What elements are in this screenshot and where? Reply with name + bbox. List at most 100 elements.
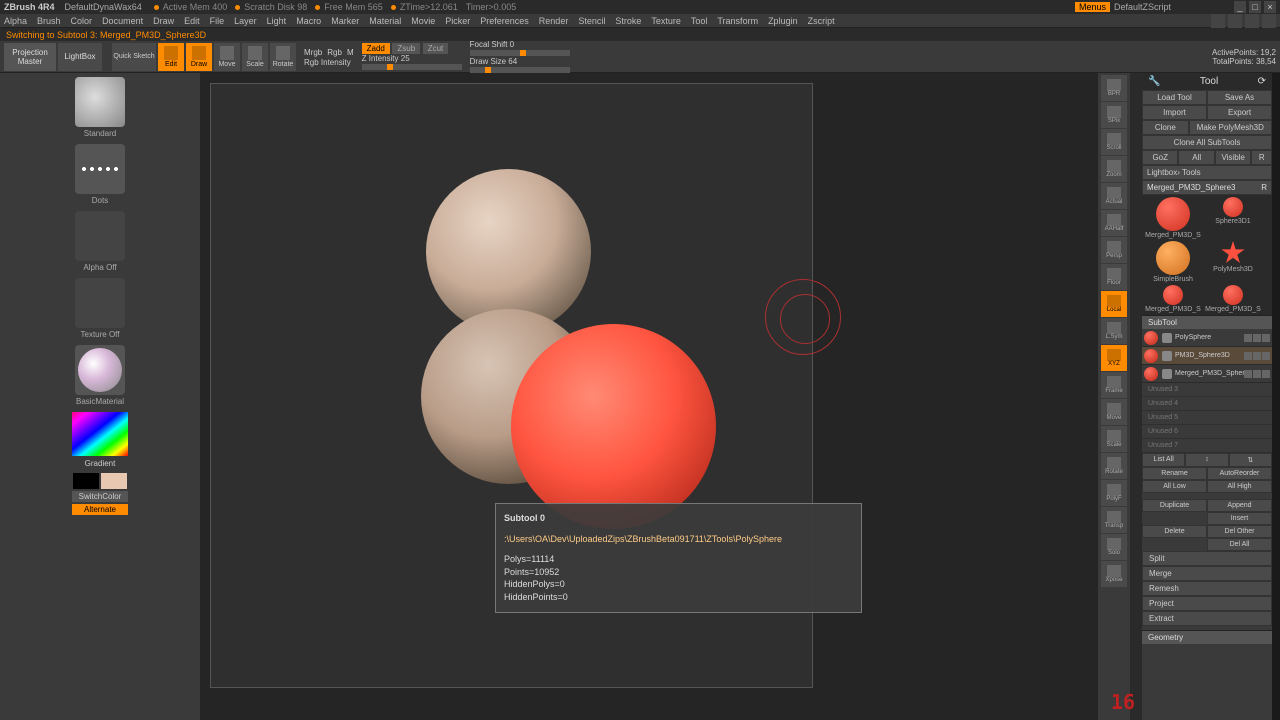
dock-frame[interactable]: Frame [1101, 372, 1127, 398]
brush-thumbnail[interactable] [75, 77, 125, 127]
projection-master-button[interactable]: Projection Master [4, 43, 56, 71]
alpha-thumbnail[interactable] [75, 211, 125, 261]
minimize-icon[interactable]: _ [1234, 1, 1246, 13]
menu-macro[interactable]: Macro [296, 16, 321, 26]
dock-spix[interactable]: SPix [1101, 102, 1127, 128]
dock-scroll[interactable]: Scroll [1101, 129, 1127, 155]
menu-preferences[interactable]: Preferences [480, 16, 529, 26]
dock-xyz[interactable]: XYZ [1101, 345, 1127, 371]
menu-light[interactable]: Light [267, 16, 287, 26]
texture-thumbnail[interactable] [75, 278, 125, 328]
stroke-thumbnail[interactable] [75, 144, 125, 194]
menu-material[interactable]: Material [369, 16, 401, 26]
tool-item[interactable]: Merged_PM3D_S [1144, 285, 1202, 313]
tool-item[interactable]: SimpleBrush [1144, 241, 1202, 283]
home-icon[interactable] [1211, 14, 1225, 28]
tool-item[interactable]: Sphere3D1 [1204, 197, 1262, 239]
close-icon[interactable]: × [1264, 1, 1276, 13]
z-intensity-slider[interactable]: Z Intensity 25 [362, 54, 462, 63]
subtool-unused[interactable]: Unused 7 [1142, 439, 1272, 453]
menus-button[interactable]: Menus [1075, 2, 1110, 12]
tool-item[interactable]: Merged_PM3D_S [1144, 197, 1202, 239]
tool-grid: Merged_PM3D_SSphere3D1SimpleBrushPolyMes… [1142, 195, 1272, 315]
menu-edit[interactable]: Edit [184, 16, 200, 26]
menu-tool[interactable]: Tool [691, 16, 708, 26]
load-tool-button[interactable]: Load Tool [1142, 90, 1207, 105]
menu-layer[interactable]: Layer [234, 16, 257, 26]
secondary-color-swatch[interactable] [101, 473, 127, 489]
status-text: Switching to Subtool 3: Merged_PM3D_Sphe… [6, 30, 206, 40]
subtool-unused[interactable]: Unused 5 [1142, 411, 1272, 425]
menu-draw[interactable]: Draw [153, 16, 174, 26]
menu-document[interactable]: Document [102, 16, 143, 26]
maximize-icon[interactable]: □ [1249, 1, 1261, 13]
menu-texture[interactable]: Texture [651, 16, 681, 26]
import-button[interactable]: Import [1142, 105, 1207, 120]
menu-picker[interactable]: Picker [445, 16, 470, 26]
material-thumbnail[interactable] [75, 345, 125, 395]
dock-l.sym[interactable]: L.Sym [1101, 318, 1127, 344]
subtool-item[interactable]: PM3D_Sphere3D [1142, 347, 1272, 365]
pin-icon[interactable] [1245, 14, 1259, 28]
draw-mode-button[interactable]: Draw [186, 43, 212, 71]
dock-zoom[interactable]: Zoom [1101, 156, 1127, 182]
switch-color-button[interactable]: SwitchColor [72, 491, 128, 502]
dock-solo[interactable]: Solo [1101, 534, 1127, 560]
dock-rotate[interactable]: Rotate [1101, 453, 1127, 479]
wrench-icon: 🔧 [1148, 76, 1160, 87]
dock-polyf[interactable]: PolyF [1101, 480, 1127, 506]
subtool-section-header[interactable]: SubTool [1142, 315, 1272, 329]
edit-mode-button[interactable]: Edit [158, 43, 184, 71]
dock-transp[interactable]: Transp [1101, 507, 1127, 533]
dock-aahalf[interactable]: AAHalf [1101, 210, 1127, 236]
save-as-button[interactable]: Save As [1207, 90, 1272, 105]
menu-stroke[interactable]: Stroke [615, 16, 641, 26]
default-zscript[interactable]: DefaultZScript [1114, 2, 1171, 12]
menu-color[interactable]: Color [71, 16, 93, 26]
collapse-icon[interactable]: ⟳ [1258, 76, 1266, 87]
main-color-swatch[interactable] [73, 473, 99, 489]
focal-shift-slider[interactable]: Focal Shift 0 [470, 40, 570, 49]
dock-floor[interactable]: Floor [1101, 264, 1127, 290]
active-points: ActivePoints: 19,2 [1212, 48, 1276, 57]
lightbox-button[interactable]: LightBox [58, 43, 102, 71]
arrows-icon[interactable]: ↕ [1185, 453, 1228, 467]
menu-file[interactable]: File [210, 16, 225, 26]
dock-scale[interactable]: Scale [1101, 426, 1127, 452]
subtool-unused[interactable]: Unused 3 [1142, 383, 1272, 397]
alternate-button[interactable]: Alternate [72, 504, 128, 515]
menu-stencil[interactable]: Stencil [578, 16, 605, 26]
move-mode-button[interactable]: Move [214, 43, 240, 71]
subtool-item[interactable]: PolySphere [1142, 329, 1272, 347]
close-icon[interactable] [1262, 14, 1276, 28]
dock-actual[interactable]: Actual [1101, 183, 1127, 209]
menu-render[interactable]: Render [539, 16, 569, 26]
tool-item[interactable]: Merged_PM3D_S [1204, 285, 1262, 313]
collapse-icon[interactable] [1228, 14, 1242, 28]
rotate-mode-button[interactable]: Rotate [270, 43, 296, 71]
export-button[interactable]: Export [1207, 105, 1272, 120]
zadd-button[interactable]: Zadd [362, 43, 390, 54]
gradient-button[interactable]: Gradient [72, 458, 128, 469]
quicksketch-button[interactable]: Quick Sketch [112, 43, 156, 71]
dock-persp[interactable]: Persp [1101, 237, 1127, 263]
tool-item[interactable]: PolyMesh3D [1204, 241, 1262, 283]
menu-transform[interactable]: Transform [717, 16, 758, 26]
menu-brush[interactable]: Brush [37, 16, 61, 26]
draw-size-slider[interactable]: Draw Size 64 [470, 57, 570, 66]
dock-xpose[interactable]: Xpose [1101, 561, 1127, 587]
subtool-unused[interactable]: Unused 6 [1142, 425, 1272, 439]
subtool-item[interactable]: Merged_PM3D_Sphere3D [1142, 365, 1272, 383]
dock-move[interactable]: Move [1101, 399, 1127, 425]
menu-movie[interactable]: Movie [411, 16, 435, 26]
menu-marker[interactable]: Marker [331, 16, 359, 26]
dock-local[interactable]: Local [1101, 291, 1127, 317]
arrows-icon[interactable]: ⇅ [1229, 453, 1272, 467]
menu-zscript[interactable]: Zscript [808, 16, 835, 26]
dock-bpr[interactable]: BPR [1101, 75, 1127, 101]
menu-alpha[interactable]: Alpha [4, 16, 27, 26]
subtool-unused[interactable]: Unused 4 [1142, 397, 1272, 411]
scale-mode-button[interactable]: Scale [242, 43, 268, 71]
color-picker[interactable] [72, 412, 128, 456]
menu-zplugin[interactable]: Zplugin [768, 16, 798, 26]
